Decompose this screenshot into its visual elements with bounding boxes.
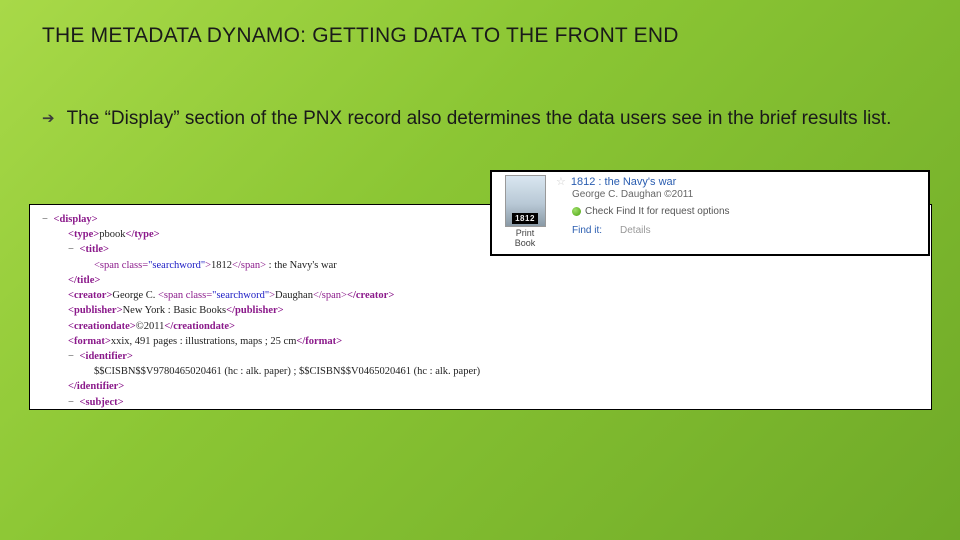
arrow-right-icon: ➔ [42,106,55,127]
thumb-year: 1812 [512,213,538,224]
tab-find-it[interactable]: Find it: [572,225,602,236]
result-author: George C. Daughan ©2011 [572,189,922,200]
slide-title: THE METADATA DYNAMO: GETTING DATA TO THE… [42,24,918,48]
result-title-link[interactable]: 1812 : the Navy's war [571,176,676,188]
thumb-type: Print Book [515,229,536,249]
availability-icon [572,207,581,216]
bullet-text: The “Display” section of the PNX record … [67,106,892,132]
tab-details[interactable]: Details [620,225,651,236]
star-icon[interactable]: ☆ [556,175,566,188]
brief-result-card: 1812 Print Book ☆ 1812 : the Navy's war … [490,170,930,256]
book-cover-thumbnail: 1812 [505,175,546,227]
bullet-item: ➔ The “Display” section of the PNX recor… [42,106,918,132]
availability-text: Check Find It for request options [585,206,730,217]
